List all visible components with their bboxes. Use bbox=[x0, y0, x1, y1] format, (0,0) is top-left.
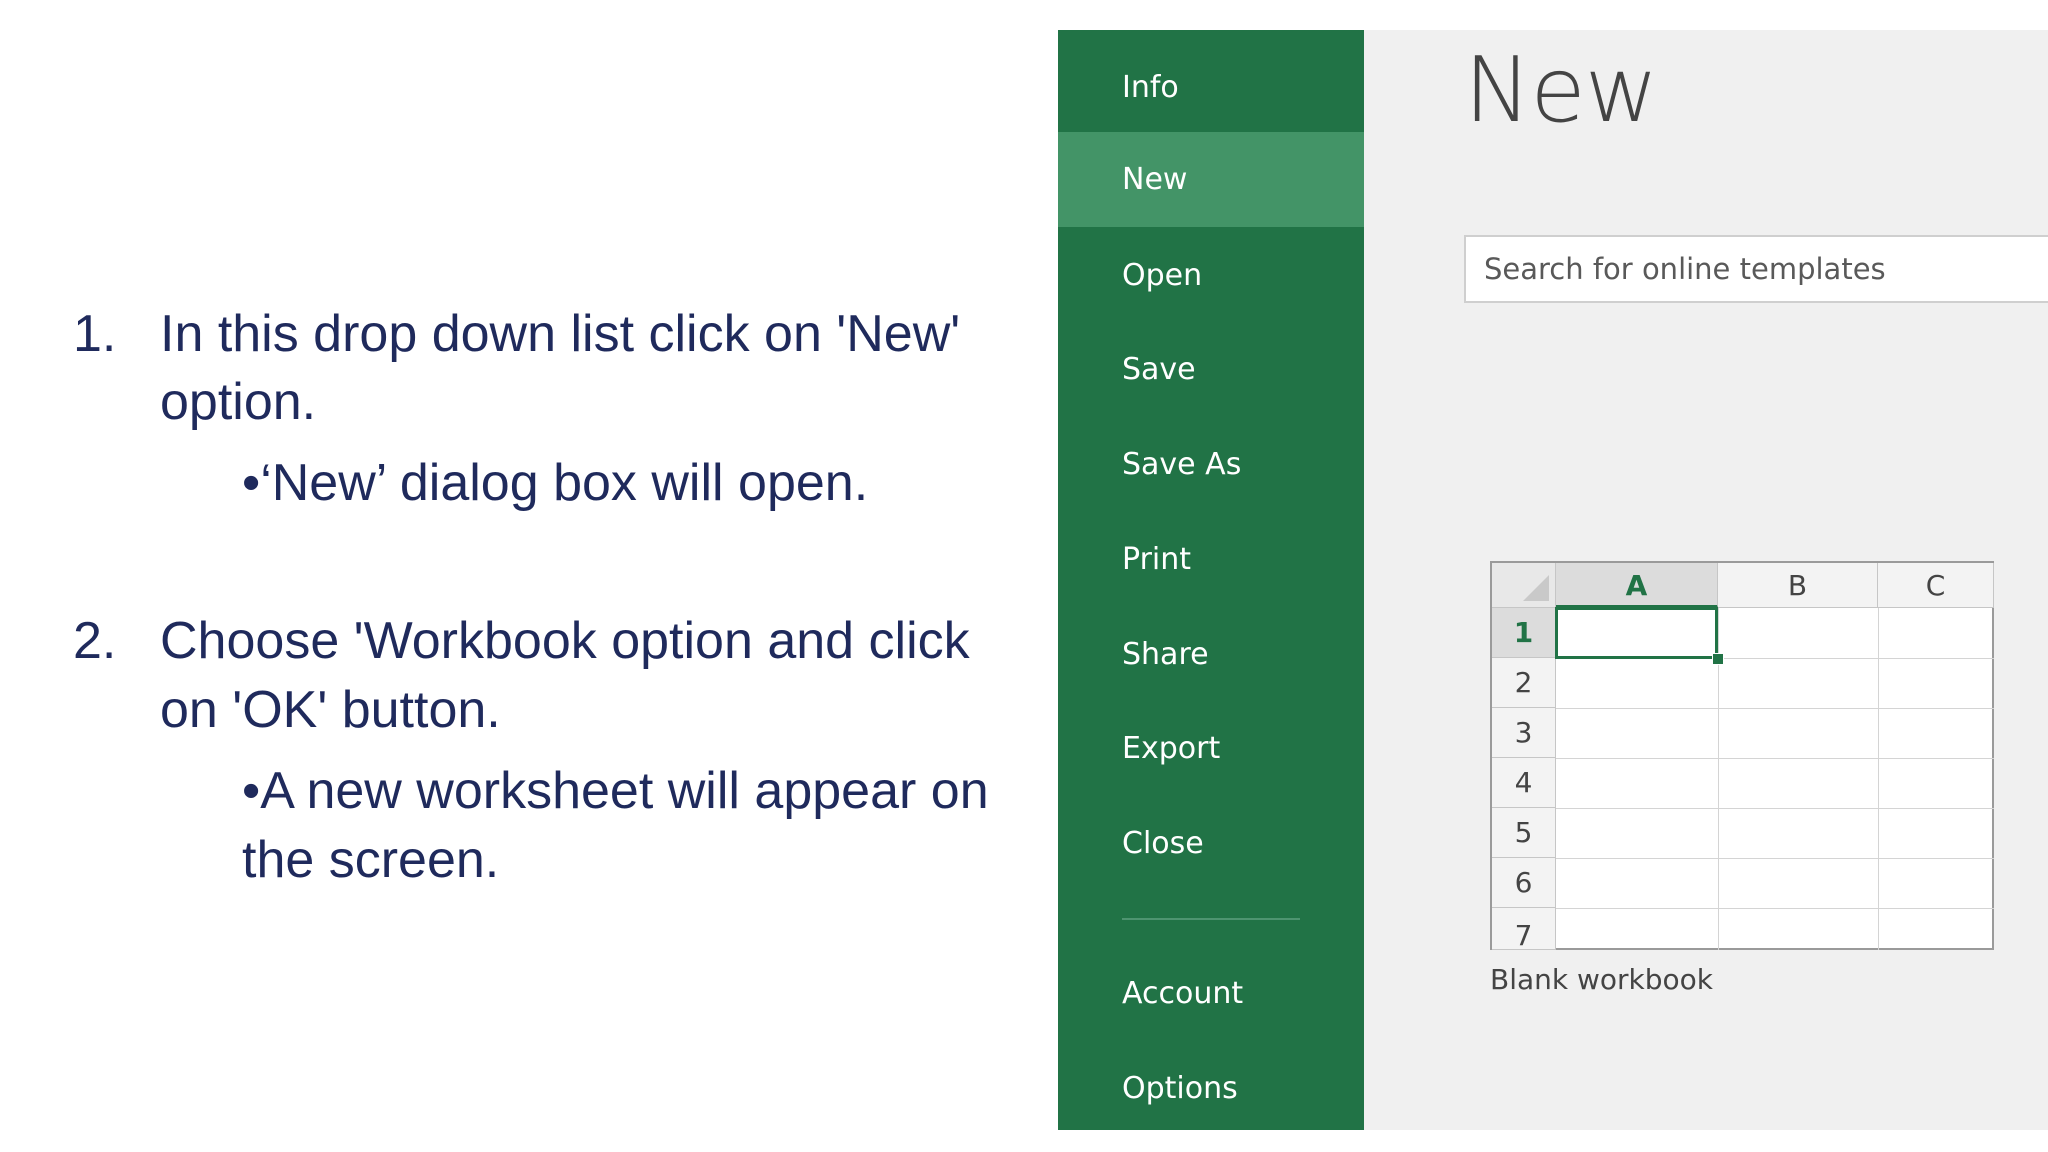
nav-item-print[interactable]: Print bbox=[1058, 512, 1364, 607]
excel-backstage-screenshot: Info New Open Save Save As Print Share E… bbox=[1058, 30, 2048, 1130]
selected-cell-a1 bbox=[1555, 607, 1718, 659]
nav-item-open[interactable]: Open bbox=[1058, 228, 1364, 323]
row-header-6: 6 bbox=[1492, 858, 1556, 908]
step-2-number: 2. bbox=[73, 612, 117, 670]
grid-line bbox=[1556, 708, 1994, 709]
backstage-nav: Info New Open Save Save As Print Share E… bbox=[1058, 30, 1364, 1130]
column-header-b: B bbox=[1718, 563, 1878, 608]
blank-workbook-template[interactable]: A B C 1 2 3 4 5 6 7 Blank workbook bbox=[1490, 561, 1994, 996]
grid-line bbox=[1556, 858, 1994, 859]
step-1-number: 1. bbox=[73, 305, 117, 363]
row-header-1: 1 bbox=[1492, 608, 1556, 658]
row-header-7: 7 bbox=[1492, 908, 1556, 950]
step-2-bullet-line-2: the screen. bbox=[242, 831, 500, 889]
grid-line bbox=[1556, 908, 1994, 909]
row-header-2: 2 bbox=[1492, 658, 1556, 708]
nav-item-new[interactable]: New bbox=[1058, 132, 1364, 227]
grid-line bbox=[1556, 758, 1994, 759]
nav-item-info[interactable]: Info bbox=[1058, 40, 1364, 135]
nav-item-close[interactable]: Close bbox=[1058, 796, 1364, 891]
fill-handle bbox=[1712, 653, 1724, 665]
row-header-4: 4 bbox=[1492, 758, 1556, 808]
template-label: Blank workbook bbox=[1490, 963, 1714, 996]
nav-item-share[interactable]: Share bbox=[1058, 607, 1364, 702]
step-1-bullet: •‘New’ dialog box will open. bbox=[242, 454, 869, 512]
new-pane: New A B C 1 2 3 4 5 6 7 bbox=[1364, 30, 2048, 1130]
nav-item-save-as[interactable]: Save As bbox=[1058, 417, 1364, 512]
step-2-text-line-1: Choose 'Workbook option and click bbox=[160, 612, 970, 670]
row-header-5: 5 bbox=[1492, 808, 1556, 858]
step-1-text-line-2: option. bbox=[160, 373, 317, 431]
step-2-text-line-2: on 'OK' button. bbox=[160, 681, 501, 739]
grid-line bbox=[1878, 608, 1879, 950]
instructions-panel: 1. In this drop down list click on 'New'… bbox=[0, 0, 1060, 1152]
step-1-text-line-1: In this drop down list click on 'New' bbox=[160, 305, 961, 363]
column-header-c: C bbox=[1878, 563, 1994, 608]
workbook-thumbnail: A B C 1 2 3 4 5 6 7 bbox=[1490, 561, 1994, 950]
nav-item-export[interactable]: Export bbox=[1058, 701, 1364, 796]
search-templates-input[interactable] bbox=[1464, 235, 2048, 303]
nav-divider bbox=[1122, 918, 1300, 920]
nav-item-options[interactable]: Options bbox=[1058, 1041, 1364, 1130]
row-header-3: 3 bbox=[1492, 708, 1556, 758]
nav-item-save[interactable]: Save bbox=[1058, 322, 1364, 417]
step-2-bullet-line-1: •A new worksheet will appear on bbox=[242, 762, 989, 820]
column-header-a: A bbox=[1556, 563, 1718, 608]
grid-line bbox=[1556, 808, 1994, 809]
select-all-corner bbox=[1492, 563, 1556, 608]
nav-item-account[interactable]: Account bbox=[1058, 946, 1364, 1041]
page-title: New bbox=[1464, 38, 1658, 143]
